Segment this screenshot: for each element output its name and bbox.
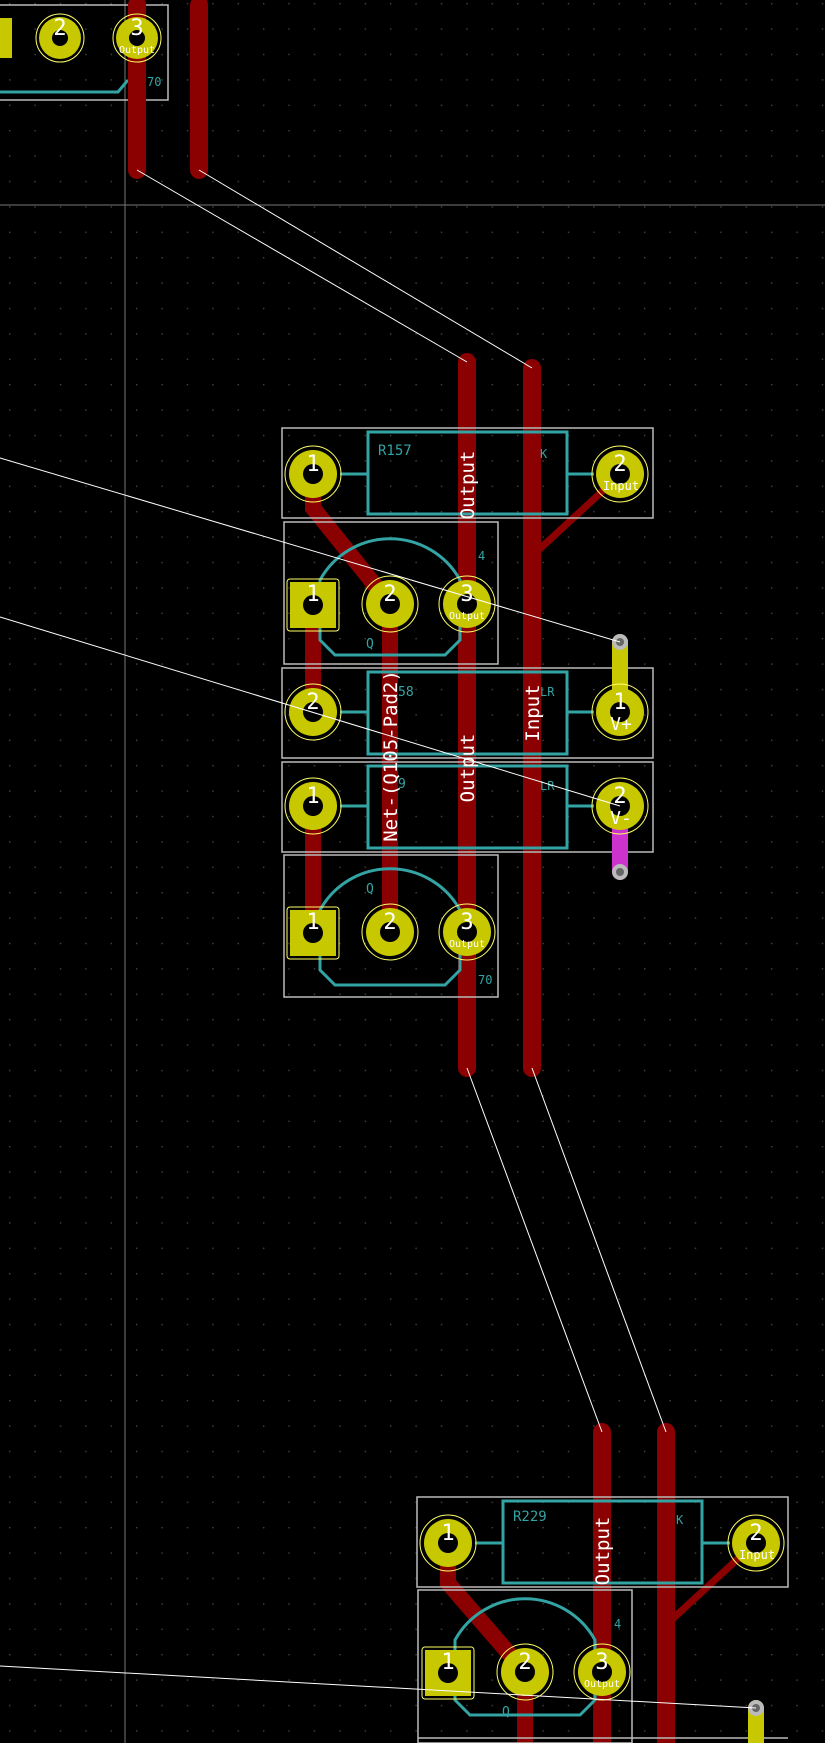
board-view[interactable]: 70 R157 K 4 Q 58 LR 9 LR Q 70 R229 K 4 Q… <box>0 0 825 1743</box>
pad-num-r229-2: 2 <box>749 1521 762 1546</box>
pad-num-q-mid-upper-2: 2 <box>383 582 396 607</box>
r157-value: K <box>540 447 548 461</box>
pad-net-r158-right: V+ <box>610 714 632 735</box>
via-vminus-hole <box>616 868 624 876</box>
q-bottom-value: 4 <box>614 1617 621 1631</box>
pad-net-q-mid-upper-3: Output <box>449 611 485 622</box>
pad-num-q-mid-upper-3: 3 <box>460 582 473 607</box>
pad-num-r159-left: 1 <box>306 784 319 809</box>
q-mid-lower-value: 70 <box>478 973 492 987</box>
pad-net-r229-2: Input <box>739 1548 775 1562</box>
track-label-output-lower: Output <box>457 734 479 803</box>
pad-num-q-top-3: 3 <box>130 16 143 41</box>
r229-ref: R229 <box>513 1509 547 1525</box>
q-bottom-ref: Q <box>502 1705 510 1720</box>
q-top-value: 70 <box>147 75 161 89</box>
track-label-input-mid: Input <box>522 684 544 741</box>
pcb-canvas[interactable]: 70 R157 K 4 Q 58 LR 9 LR Q 70 R229 K 4 Q… <box>0 0 825 1743</box>
pad-num-q-bottom-3: 3 <box>595 1650 608 1675</box>
pad-net-r159-right: V- <box>610 808 632 829</box>
pad-net-q-top-3: Output <box>119 45 155 56</box>
track-label-output-upper: Output <box>457 451 479 520</box>
pad-num-r157-1: 1 <box>306 452 319 477</box>
pad-net-q-bottom-3: Output <box>584 1679 620 1690</box>
pad-num-q-mid-lower-1: 1 <box>306 910 319 935</box>
pad-num-q-bottom-2: 2 <box>518 1650 531 1675</box>
pad-num-q-mid-lower-3: 3 <box>460 910 473 935</box>
r157-ref: R157 <box>378 443 412 459</box>
pad-net-r157-2: Input <box>603 479 639 493</box>
pad-num-r157-2: 2 <box>613 452 626 477</box>
pad-num-q-mid-lower-2: 2 <box>383 910 396 935</box>
pad-square-top-left[interactable] <box>0 18 12 58</box>
pad-num-q-mid-upper-1: 1 <box>306 582 319 607</box>
pad-num-r158-right: 1 <box>613 690 626 715</box>
pad-num-q-bottom-1: 1 <box>441 1650 454 1675</box>
q-mid-upper-value: 4 <box>478 549 485 563</box>
q-mid-upper-ref: Q <box>366 637 374 652</box>
track-label-net-q105: Net-(Q105-Pad2) <box>380 670 402 842</box>
pad-num-r159-right: 2 <box>613 784 626 809</box>
r229-value: K <box>676 1513 684 1527</box>
q-mid-lower-ref: Q <box>366 882 374 897</box>
pad-num-q-top-2: 2 <box>53 16 66 41</box>
track-label-output-bottom: Output <box>592 1517 614 1586</box>
pad-num-r229-1: 1 <box>441 1521 454 1546</box>
pad-net-q-mid-lower-3: Output <box>449 939 485 950</box>
